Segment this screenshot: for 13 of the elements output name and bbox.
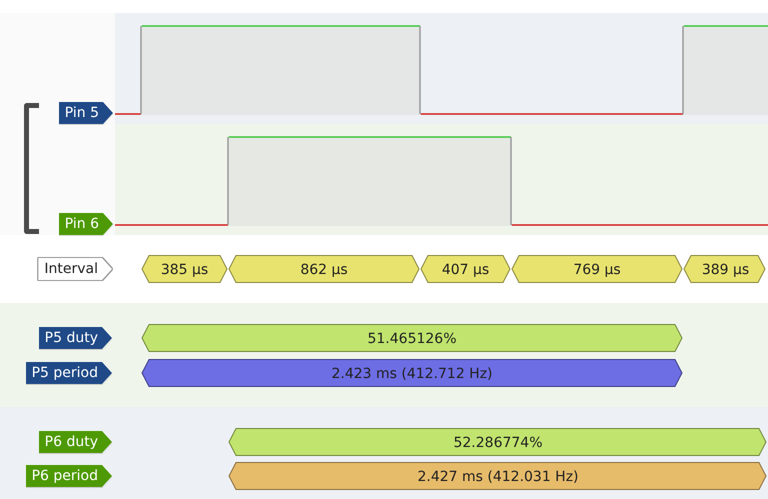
- measurement-annotation: 51.465126%: [141, 324, 683, 352]
- measurement-annotation: 52.286774%: [228, 428, 767, 456]
- channel-label[interactable]: Pin 5: [58, 102, 113, 124]
- decoder-row-label[interactable]: P5 period: [26, 362, 112, 384]
- decoder-row-label[interactable]: P6 duty: [38, 431, 112, 453]
- measurement-annotation: 2.423 ms (412.712 Hz): [141, 359, 683, 387]
- measurement-annotation: 2.427 ms (412.031 Hz): [228, 462, 767, 490]
- interval-annotation: 407 µs: [420, 255, 511, 283]
- decoder-row-label[interactable]: P5 duty: [38, 327, 112, 349]
- channel-label[interactable]: Pin 6: [58, 213, 113, 235]
- interval-annotation: 385 µs: [141, 255, 228, 283]
- interval-annotation: 389 µs: [683, 255, 766, 283]
- decoder-row-label[interactable]: P6 period: [26, 465, 112, 487]
